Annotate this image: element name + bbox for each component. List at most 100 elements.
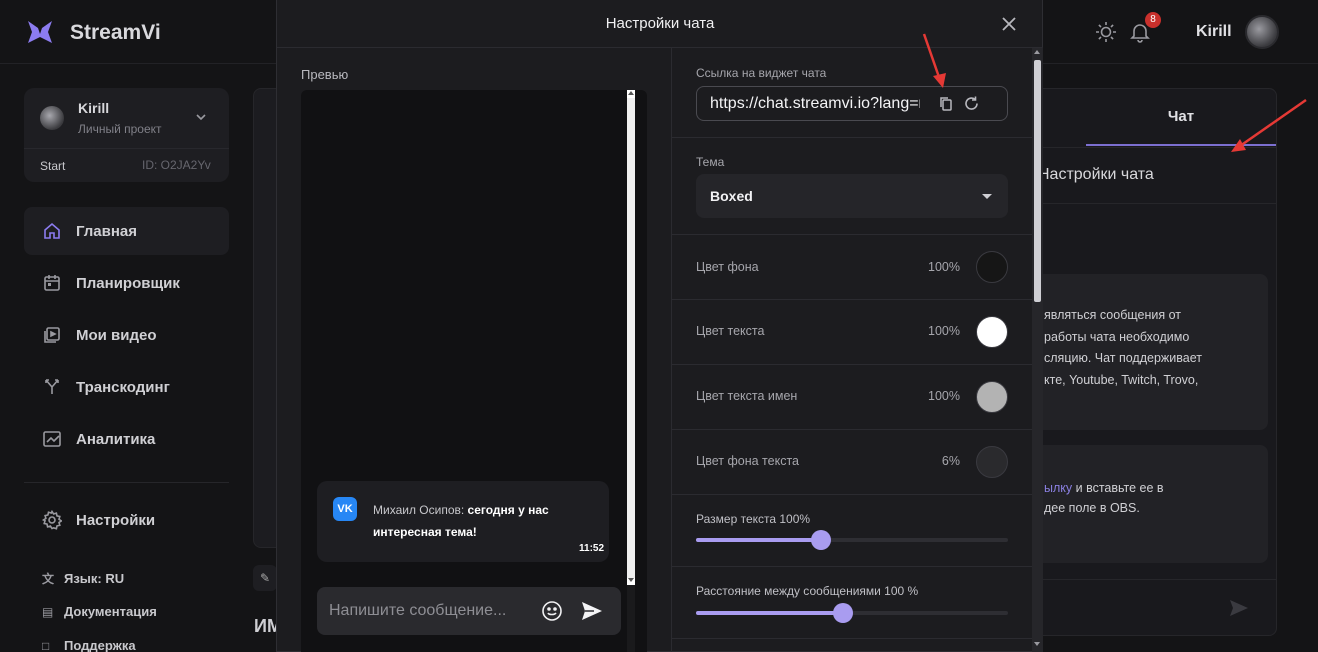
sidebar-item-home[interactable]: Главная bbox=[24, 207, 229, 255]
info-line: работы чата необходимо bbox=[1044, 330, 1190, 344]
info-line: ылку и вставьте ее в bbox=[1044, 481, 1164, 495]
message-input-bar bbox=[317, 587, 621, 635]
message-author: Михаил Осипов: bbox=[373, 503, 465, 517]
user-avatar[interactable] bbox=[1245, 15, 1279, 49]
caret-down-icon bbox=[982, 194, 992, 199]
sidebar-item-label: Аналитика bbox=[76, 431, 156, 448]
message-input[interactable] bbox=[329, 599, 529, 623]
name-color-label: Цвет текста имен bbox=[696, 389, 798, 403]
text-bg-color-label: Цвет фона текста bbox=[696, 454, 799, 468]
language-icon: 文 bbox=[42, 572, 55, 586]
language-label: Язык: RU bbox=[64, 571, 125, 586]
widget-link-label: Ссылка на виджет чата bbox=[696, 66, 827, 80]
chat-side-panel: Чат Настройки чата являться сообщения от… bbox=[1038, 88, 1277, 636]
text-color-swatch[interactable] bbox=[976, 316, 1008, 348]
copy-icon[interactable] bbox=[938, 95, 955, 112]
close-icon[interactable] bbox=[999, 14, 1019, 34]
divider bbox=[672, 234, 1032, 235]
divider bbox=[1042, 203, 1276, 204]
edit-pencil-icon[interactable]: ✎ bbox=[253, 565, 277, 591]
chevron-down-icon[interactable] bbox=[194, 110, 208, 124]
info-text: и вставьте ее в bbox=[1072, 481, 1164, 495]
bg-color-percent: 100% bbox=[928, 260, 960, 274]
slider-thumb[interactable] bbox=[810, 530, 831, 550]
preview-scrollbar-lower bbox=[627, 585, 635, 652]
text-bg-color-percent: 6% bbox=[941, 454, 960, 468]
theme-select[interactable]: Boxed bbox=[696, 174, 1008, 218]
stream-preview-panel bbox=[253, 88, 277, 548]
documentation-link[interactable]: ▤ Документация bbox=[42, 604, 157, 619]
scroll-down-arrow-icon[interactable] bbox=[628, 578, 634, 582]
divider bbox=[672, 429, 1032, 430]
support-label: Поддержка bbox=[64, 638, 136, 652]
scroll-up-arrow-icon[interactable] bbox=[1034, 50, 1040, 54]
divider bbox=[672, 364, 1032, 365]
support-link[interactable]: □ Поддержка bbox=[42, 638, 136, 652]
sidebar-item-analytics[interactable]: Аналитика bbox=[24, 415, 229, 463]
message-body: Михаил Осипов: сегодня у нас интересная … bbox=[373, 499, 593, 543]
scroll-up-arrow-icon[interactable] bbox=[628, 91, 634, 95]
sidebar-item-label: Мои видео bbox=[76, 327, 157, 344]
emoji-icon[interactable] bbox=[541, 600, 563, 622]
send-icon[interactable] bbox=[581, 601, 603, 621]
widget-link-field[interactable]: https://chat.streamvi.io?lang=ru&id=O2JA… bbox=[696, 86, 1008, 121]
modal-scrollbar[interactable] bbox=[1032, 48, 1043, 652]
spacing-label: Расстояние между сообщениями 100 % bbox=[696, 584, 919, 598]
streamvi-logo-icon[interactable] bbox=[26, 18, 54, 46]
info-line: дее поле в OBS. bbox=[1044, 501, 1140, 515]
name-color-percent: 100% bbox=[928, 389, 960, 403]
document-icon: ▤ bbox=[42, 605, 54, 619]
message-time: 11:52 bbox=[579, 543, 605, 554]
bg-color-label: Цвет фона bbox=[696, 260, 759, 274]
scroll-down-arrow-icon[interactable] bbox=[1034, 642, 1040, 646]
refresh-icon[interactable] bbox=[963, 95, 980, 112]
divider bbox=[24, 148, 229, 149]
chat-settings-link[interactable]: Настройки чата bbox=[1038, 166, 1154, 184]
sidebar-item-label: Настройки bbox=[76, 512, 156, 529]
preview-scrollbar-thumb[interactable] bbox=[627, 98, 635, 578]
user-name[interactable]: Kirill bbox=[1196, 23, 1232, 41]
message-spacing-slider[interactable] bbox=[696, 603, 1008, 623]
video-icon bbox=[44, 327, 60, 343]
brand-name[interactable]: StreamVi bbox=[70, 21, 161, 45]
text-size-slider[interactable] bbox=[696, 530, 1008, 550]
chat-settings-modal: Настройки чата Превью VK Михаил Осипов: … bbox=[276, 0, 1043, 652]
divider bbox=[672, 566, 1032, 567]
text-size-label: Размер текста 100% bbox=[696, 512, 811, 526]
sidebar-item-planner[interactable]: Планировщик bbox=[24, 259, 229, 307]
text-color-label: Цвет текста bbox=[696, 324, 765, 338]
sidebar-item-label: Планировщик bbox=[76, 275, 180, 292]
language-link[interactable]: 文 Язык: RU bbox=[42, 570, 124, 587]
name-color-swatch[interactable] bbox=[976, 381, 1008, 413]
copy-link-inline[interactable]: ылку bbox=[1044, 481, 1072, 495]
modal-scrollbar-thumb[interactable] bbox=[1034, 60, 1041, 302]
project-name: Kirill bbox=[78, 100, 110, 116]
slider-fill bbox=[696, 611, 843, 615]
sidebar-item-settings[interactable]: Настройки bbox=[24, 496, 229, 544]
info-line: являться сообщения от bbox=[1044, 308, 1181, 322]
send-icon[interactable] bbox=[1228, 597, 1250, 619]
transcoding-icon bbox=[45, 379, 59, 394]
chat-info-box: являться сообщения от работы чата необхо… bbox=[1042, 274, 1268, 430]
home-icon bbox=[44, 222, 60, 239]
project-subtitle: Личный проект bbox=[78, 122, 162, 136]
text-bg-color-swatch[interactable] bbox=[976, 446, 1008, 478]
calendar-icon bbox=[44, 275, 60, 291]
theme-label: Тема bbox=[696, 155, 725, 169]
slider-thumb[interactable] bbox=[832, 603, 853, 623]
sidebar-item-label: Транскодинг bbox=[76, 379, 170, 396]
sidebar-item-videos[interactable]: Мои видео bbox=[24, 311, 229, 359]
chat-message: VK Михаил Осипов: сегодня у нас интересн… bbox=[317, 481, 609, 562]
divider bbox=[672, 299, 1032, 300]
divider bbox=[24, 482, 229, 483]
chat-settings-form: Ссылка на виджет чата https://chat.strea… bbox=[672, 48, 1032, 652]
project-switcher[interactable]: Kirill Личный проект Start ID: O2JA2Yv bbox=[24, 88, 229, 182]
sidebar-item-transcoding[interactable]: Транскодинг bbox=[24, 363, 229, 411]
tab-chat[interactable]: Чат bbox=[1086, 89, 1276, 146]
theme-toggle-icon[interactable] bbox=[1094, 20, 1118, 44]
project-id: ID: O2JA2Yv bbox=[142, 158, 211, 172]
widget-link-value[interactable]: https://chat.streamvi.io?lang=ru&id=O2JA… bbox=[710, 95, 920, 113]
divider bbox=[672, 494, 1032, 495]
gear-icon bbox=[42, 510, 62, 530]
bg-color-swatch[interactable] bbox=[976, 251, 1008, 283]
